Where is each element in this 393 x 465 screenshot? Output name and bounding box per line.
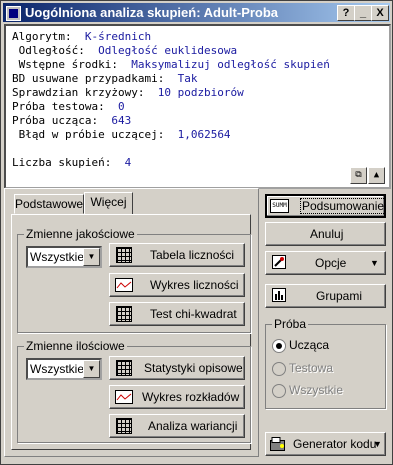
dialog-window: Uogólniona analiza skupień: Adult-Proba … bbox=[0, 0, 393, 465]
chi-test-label: Test chi-kwadrat bbox=[150, 307, 237, 321]
summary-icon: SUMM bbox=[270, 199, 289, 213]
chart-icon bbox=[115, 390, 133, 404]
freq-chart-button[interactable]: Wykres liczności bbox=[109, 273, 245, 297]
distribution-chart-button[interactable]: Wykres rozkładów bbox=[109, 385, 245, 409]
output-line-initial-centers: Wstępne środki: Maksymalizuj odległość s… bbox=[12, 58, 330, 71]
cancel-button[interactable]: Anuluj bbox=[265, 222, 386, 246]
quantitative-group-title: Zmienne ilościowe bbox=[24, 339, 127, 353]
output-line-missing: BD usuwane przypadkami: Tak bbox=[12, 72, 198, 85]
options-icon bbox=[272, 255, 286, 269]
sample-radio-all[interactable] bbox=[272, 384, 286, 398]
tab-more[interactable]: Więcej bbox=[84, 192, 133, 214]
code-generator-button[interactable]: Generator kodu ▼ bbox=[265, 432, 386, 456]
tab-basic[interactable]: Podstawowe bbox=[14, 194, 84, 214]
options-label: Opcje bbox=[315, 256, 347, 270]
groups-button[interactable]: Grupami bbox=[265, 284, 386, 308]
copy-icon[interactable]: ⧉ bbox=[350, 167, 367, 184]
descriptive-stats-button[interactable]: Statystyki opisowe bbox=[109, 356, 245, 380]
groups-icon bbox=[272, 288, 286, 302]
sample-radio-test[interactable] bbox=[272, 362, 286, 376]
descriptive-stats-label: Statystyki opisowe bbox=[144, 361, 243, 375]
groups-label: Grupami bbox=[316, 289, 363, 303]
output-line-crossval: Sprawdzian krzyżowy: 10 podzbiorów bbox=[12, 86, 244, 99]
sample-radio-test-label: Testowa bbox=[289, 361, 334, 375]
close-button[interactable]: X bbox=[371, 5, 389, 21]
output-line-clusters: Liczba skupień: 4 bbox=[12, 156, 132, 169]
output-line-train-sample: Próba ucząca: 643 bbox=[12, 114, 132, 127]
table-icon bbox=[116, 418, 132, 434]
chevron-down-icon: ▼ bbox=[370, 258, 379, 268]
qualitative-select[interactable]: Wszystkie ▼ bbox=[26, 246, 102, 268]
freq-chart-label: Wykres liczności bbox=[150, 278, 239, 292]
output-line-algorithm: Algorytm: K-średnich bbox=[12, 30, 152, 43]
qualitative-group-title: Zmienne jakościowe bbox=[24, 227, 137, 241]
options-button[interactable]: Opcje ▼ bbox=[265, 251, 386, 275]
quantitative-select[interactable]: Wszystkie ▼ bbox=[26, 358, 102, 380]
output-line-distance: Odległość: Odległość euklidesowa bbox=[12, 44, 238, 57]
summary-label: Podsumowanie bbox=[300, 198, 387, 214]
sample-radio-all-label: Wszystkie bbox=[289, 383, 343, 397]
chevron-down-icon[interactable]: ▼ bbox=[83, 248, 100, 266]
chi-test-button[interactable]: Test chi-kwadrat bbox=[109, 302, 245, 326]
app-icon bbox=[6, 6, 21, 21]
anova-button[interactable]: Analiza wariancji bbox=[109, 414, 245, 438]
sample-group-title: Próba bbox=[272, 317, 309, 331]
chevron-down-icon[interactable]: ▼ bbox=[83, 360, 100, 378]
anova-label: Analiza wariancji bbox=[148, 419, 238, 433]
title-bar[interactable]: Uogólniona analiza skupień: Adult-Proba … bbox=[3, 3, 390, 22]
expand-up-icon[interactable]: ▲ bbox=[368, 167, 385, 184]
sample-radio-training[interactable] bbox=[272, 339, 286, 353]
minimize-button[interactable]: _ bbox=[354, 5, 372, 21]
qualitative-select-value: Wszystkie bbox=[30, 250, 84, 264]
table-icon bbox=[116, 247, 132, 263]
table-icon bbox=[116, 360, 132, 376]
quantitative-select-value: Wszystkie bbox=[30, 362, 84, 376]
distribution-chart-label: Wykres rozkładów bbox=[142, 390, 240, 404]
sample-radio-training-label: Ucząca bbox=[289, 338, 330, 352]
cancel-label: Anuluj bbox=[310, 227, 344, 241]
chevron-down-icon: ▼ bbox=[373, 439, 382, 449]
summary-button[interactable]: SUMM Podsumowanie bbox=[265, 194, 387, 218]
window-title: Uogólniona analiza skupień: Adult-Proba bbox=[25, 5, 279, 20]
code-generator-icon bbox=[270, 437, 286, 451]
table-icon bbox=[116, 306, 132, 322]
results-output[interactable]: Algorytm: K-średnich Odległość: Odległoś… bbox=[4, 24, 391, 189]
help-button[interactable]: ? bbox=[337, 5, 355, 21]
output-line-train-error: Błąd w próbie uczącej: 1,062564 bbox=[12, 128, 231, 141]
chart-icon bbox=[115, 278, 133, 292]
freq-table-label: Tabela liczności bbox=[150, 248, 235, 262]
output-line-test-sample: Próba testowa: 0 bbox=[12, 100, 125, 113]
freq-table-button[interactable]: Tabela liczności bbox=[109, 243, 245, 267]
code-generator-label: Generator kodu bbox=[293, 437, 377, 451]
